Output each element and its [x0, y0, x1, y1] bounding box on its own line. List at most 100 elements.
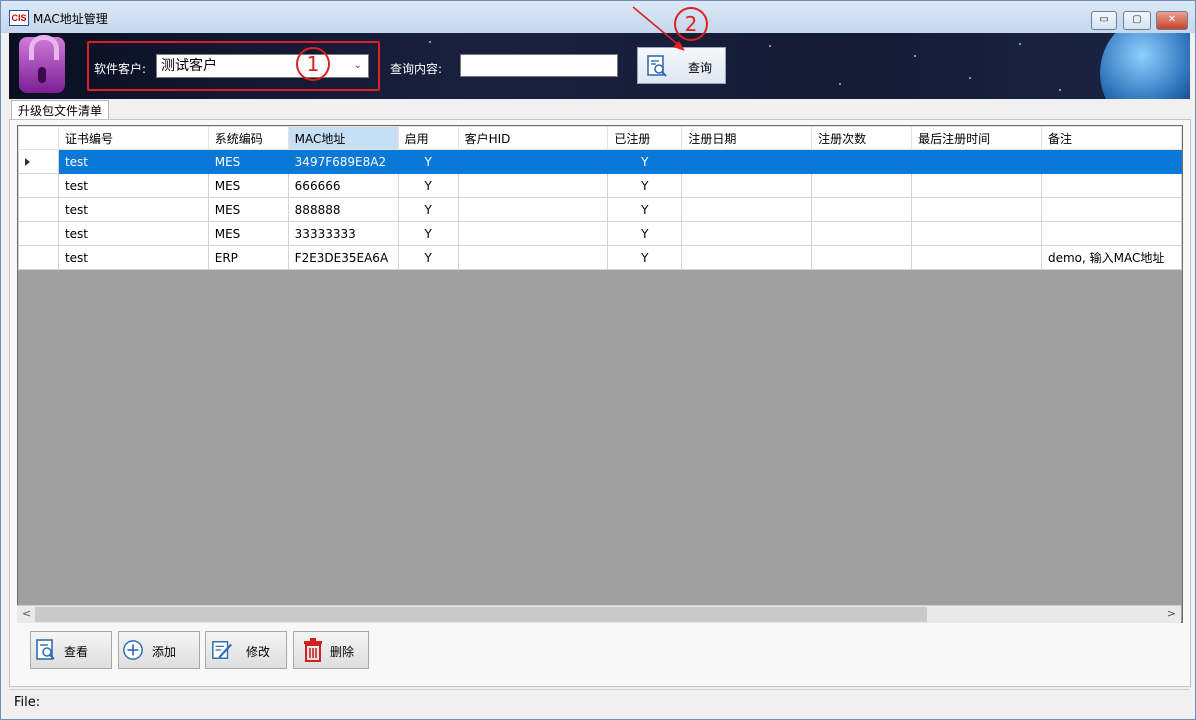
window-title: MAC地址管理 — [33, 12, 108, 26]
table-cell[interactable] — [457, 173, 609, 198]
row-header-corner — [18, 126, 59, 150]
scrollbar-thumb[interactable] — [35, 607, 927, 622]
row-header[interactable] — [18, 245, 59, 270]
scroll-right-icon[interactable]: > — [1167, 607, 1176, 620]
table-cell[interactable]: demo, 输入MAC地址 — [1040, 245, 1182, 270]
table-cell[interactable] — [911, 197, 1042, 222]
maximize-button[interactable]: ▢ — [1123, 11, 1151, 30]
table-cell[interactable]: MES — [207, 173, 289, 198]
table-cell[interactable]: Y — [397, 221, 459, 246]
search-document-icon — [36, 639, 55, 660]
view-button[interactable]: 查看 — [30, 631, 112, 669]
table-cell[interactable] — [911, 221, 1042, 246]
table-cell[interactable] — [457, 245, 609, 270]
search-document-icon — [647, 55, 667, 77]
column-header[interactable]: 已注册 — [607, 126, 683, 150]
add-button[interactable]: 添加 — [118, 631, 200, 669]
column-header[interactable]: 最后注册时间 — [911, 126, 1042, 150]
tab-upgrade-file-list[interactable]: 升级包文件清单 — [11, 100, 109, 121]
column-header[interactable]: 客户HID — [457, 126, 609, 150]
status-bar: File: — [9, 689, 1189, 714]
table-cell[interactable] — [1040, 197, 1182, 222]
close-button[interactable]: ✕ — [1156, 11, 1188, 30]
view-button-label: 查看 — [64, 645, 89, 659]
table-cell[interactable] — [811, 197, 913, 222]
table-cell[interactable]: test — [57, 173, 209, 198]
column-header[interactable]: 证书编号 — [57, 126, 209, 150]
table-cell[interactable]: F2E3DE35EA6A — [287, 245, 399, 270]
edit-document-icon — [212, 641, 232, 659]
row-header[interactable] — [18, 197, 59, 222]
annotation-arrow-2 — [632, 6, 685, 51]
table-cell[interactable]: test — [57, 245, 209, 270]
table-cell[interactable]: Y — [607, 221, 683, 246]
planet-graphic — [1100, 33, 1190, 99]
table-cell[interactable]: test — [57, 197, 209, 222]
column-header[interactable]: 注册次数 — [811, 126, 913, 150]
table-cell[interactable]: Y — [607, 245, 683, 270]
status-file-label: File: — [14, 695, 41, 710]
table-cell[interactable] — [681, 173, 813, 198]
table-cell[interactable] — [681, 197, 813, 222]
table-cell[interactable] — [911, 173, 1042, 198]
scroll-left-icon[interactable]: < — [22, 607, 31, 620]
delete-button[interactable]: 删除 — [293, 631, 369, 669]
column-header[interactable]: 系统编码 — [207, 126, 289, 150]
table-cell[interactable]: Y — [397, 173, 459, 198]
minimize-button[interactable]: ▭ — [1091, 11, 1117, 30]
column-header[interactable]: MAC地址 — [287, 126, 399, 150]
table-cell[interactable]: 3497F689E8A2 — [287, 149, 399, 174]
table-cell[interactable]: 33333333 — [287, 221, 399, 246]
table-cell[interactable] — [1040, 221, 1182, 246]
table-cell[interactable] — [681, 221, 813, 246]
table-cell[interactable]: Y — [397, 245, 459, 270]
query-label: 查询内容: — [390, 62, 443, 76]
row-header[interactable] — [18, 221, 59, 246]
table-cell[interactable] — [811, 173, 913, 198]
table-cell[interactable]: MES — [207, 221, 289, 246]
table-cell[interactable] — [681, 149, 813, 174]
table-cell[interactable]: test — [57, 149, 209, 174]
row-header[interactable] — [18, 149, 59, 174]
table-cell[interactable]: ERP — [207, 245, 289, 270]
table-cell[interactable] — [911, 149, 1042, 174]
query-input[interactable] — [460, 54, 618, 77]
table-row[interactable]: test MES 888888 Y Y — [18, 197, 1182, 222]
table-cell[interactable] — [1040, 149, 1182, 174]
lock-icon — [19, 35, 65, 93]
row-header[interactable] — [18, 173, 59, 198]
table-cell[interactable] — [457, 197, 609, 222]
table-cell[interactable]: MES — [207, 197, 289, 222]
table-cell[interactable]: Y — [607, 197, 683, 222]
table-cell[interactable] — [811, 221, 913, 246]
table-cell[interactable]: Y — [607, 173, 683, 198]
table-row[interactable]: test MES 33333333 Y Y — [18, 221, 1182, 246]
table-cell[interactable]: Y — [397, 149, 459, 174]
table-cell[interactable] — [457, 149, 609, 174]
column-header[interactable]: 注册日期 — [681, 126, 813, 150]
table-cell[interactable] — [811, 149, 913, 174]
trash-icon — [304, 638, 322, 662]
horizontal-scrollbar[interactable]: < > — [17, 605, 1181, 623]
column-header[interactable]: 启用 — [397, 126, 459, 150]
table-cell[interactable]: 888888 — [287, 197, 399, 222]
current-row-arrow-icon — [25, 157, 30, 166]
table-row[interactable]: test MES 3497F689E8A2 Y Y — [18, 149, 1182, 174]
edit-button[interactable]: 修改 — [205, 631, 287, 669]
table-cell[interactable] — [1040, 173, 1182, 198]
table-cell[interactable] — [811, 245, 913, 270]
query-button-label: 查询 — [688, 61, 713, 75]
column-header[interactable]: 备注 — [1040, 126, 1182, 150]
edit-button-label: 修改 — [246, 645, 271, 659]
table-cell[interactable]: test — [57, 221, 209, 246]
table-cell[interactable]: Y — [607, 149, 683, 174]
table-row[interactable]: test MES 666666 Y Y — [18, 173, 1182, 198]
table-cell[interactable] — [681, 245, 813, 270]
table-cell[interactable]: Y — [397, 197, 459, 222]
table-cell[interactable] — [911, 245, 1042, 270]
table-cell[interactable]: 666666 — [287, 173, 399, 198]
table-cell[interactable]: MES — [207, 149, 289, 174]
table-row[interactable]: test ERP F2E3DE35EA6A Y Ydemo, 输入MAC地址 — [18, 245, 1182, 270]
app-logo-icon: CIS — [9, 10, 29, 26]
table-cell[interactable] — [457, 221, 609, 246]
